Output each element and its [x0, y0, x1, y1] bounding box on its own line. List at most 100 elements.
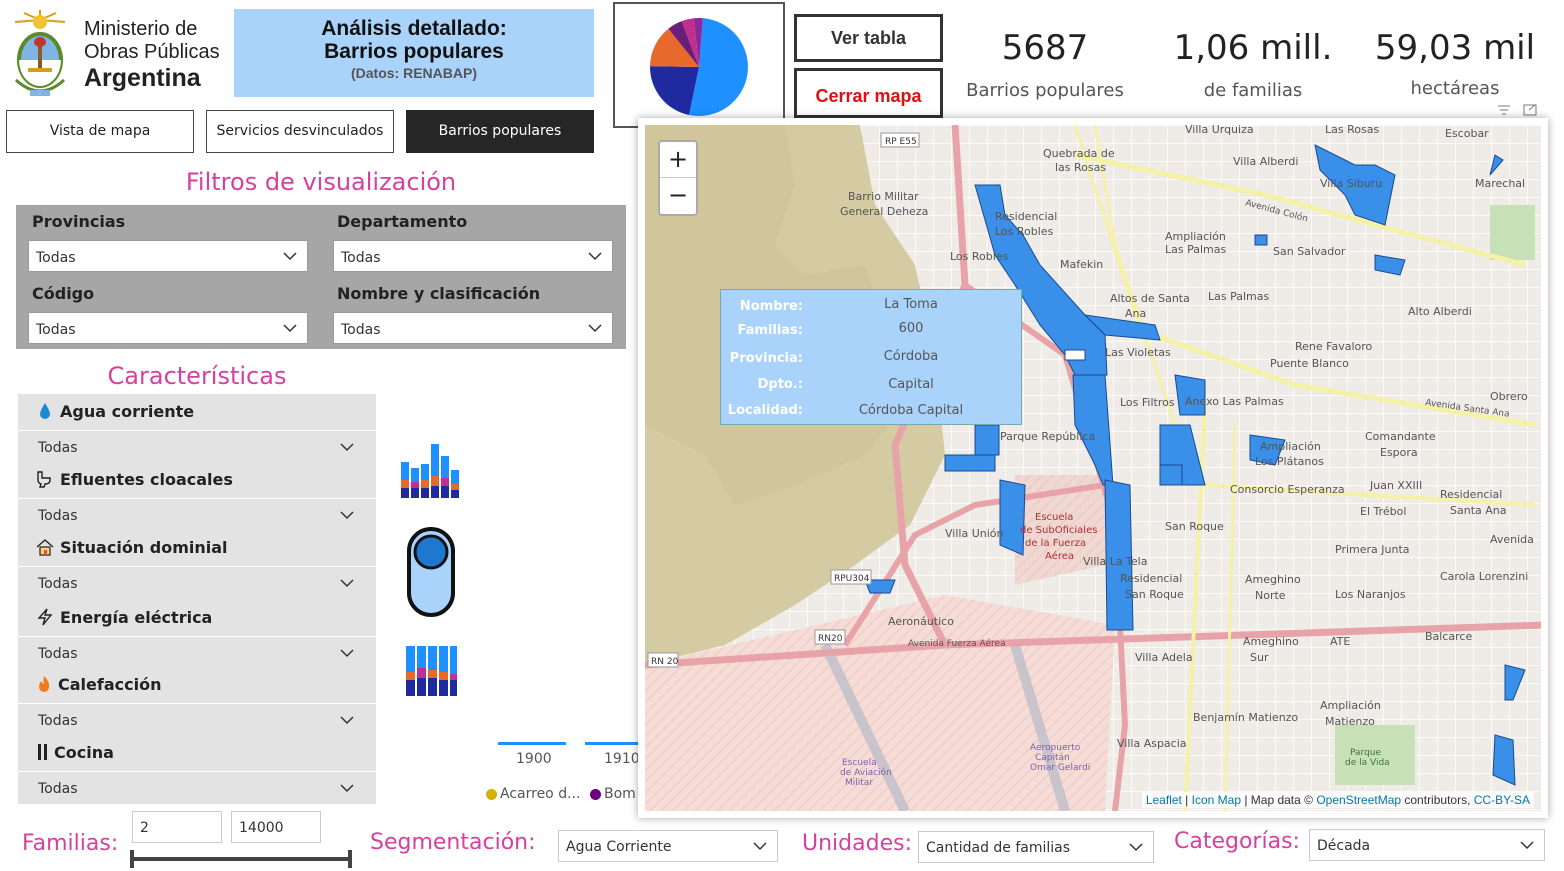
map-label: Ampliación [1260, 440, 1321, 453]
unidades-label: Unidades: [802, 831, 912, 856]
map-label: Villa Adela [1135, 651, 1193, 664]
cerrar-mapa-button[interactable]: Cerrar mapa [794, 68, 943, 118]
map-tooltip: Nombre: La Toma Familias: 600 Provincia:… [720, 289, 1022, 425]
map-label: Los Filtros [1120, 396, 1175, 409]
char-energia-select[interactable]: Todas [18, 638, 376, 666]
tab-vista-de-mapa[interactable]: Vista de mapa [6, 110, 194, 153]
tab-servicios-desvinculados[interactable]: Servicios desvinculados [206, 110, 394, 153]
license-link[interactable]: CC-BY-SA [1474, 793, 1530, 807]
map-label: Rene Favaloro [1295, 340, 1373, 353]
toilet-icon [36, 470, 52, 492]
openstreetmap-link[interactable]: OpenStreetMap [1316, 793, 1401, 807]
map-label: Los Plátanos [1255, 455, 1324, 468]
char-efluentes-select[interactable]: Todas [18, 500, 376, 528]
slider-handle-max[interactable] [348, 850, 352, 868]
map-label: ATE [1330, 635, 1350, 648]
toggle-switch[interactable] [406, 526, 456, 618]
map-label: RN 20 [651, 657, 679, 667]
page-title-line2: Barrios populares [324, 40, 504, 63]
map-label: Sur [1250, 651, 1269, 664]
categorias-select[interactable]: Década [1309, 829, 1545, 861]
char-cocina-label: Cocina [54, 743, 114, 762]
map-label: Aeronáutico [888, 615, 954, 628]
map-label: Alto Alberdi [1408, 305, 1472, 318]
filter-provincias-select[interactable]: Todas [28, 240, 308, 272]
legend-marker [486, 789, 497, 800]
map-label: Carola Lorenzini [1440, 570, 1528, 583]
map-label: las Rosas [1055, 161, 1106, 174]
map-label: Villa Aspacia [1117, 737, 1187, 750]
pie-chart-panel[interactable] [613, 2, 785, 128]
slider-handle-min[interactable] [130, 850, 134, 868]
tooltip-value: Córdoba Capital [858, 403, 964, 418]
segmentacion-select[interactable]: Agua Corriente [558, 830, 778, 862]
stacked-bar-chart-icon[interactable] [398, 440, 462, 502]
map-label: Villa Siburu [1320, 177, 1382, 190]
filters-panel: Provincias Todas Departamento Todas Códi… [16, 205, 626, 349]
map-panel[interactable]: Villa Urquiza Las Rosas Escobar Quebrada… [638, 118, 1548, 818]
familias-min-input[interactable]: 2 [132, 811, 222, 843]
map-label: Barrio Militar [848, 190, 919, 203]
tooltip-value: 600 [898, 321, 924, 336]
map-label: Mafekin [1060, 258, 1103, 271]
map-label: Avenida Fuerza Aérea [908, 638, 1006, 649]
filters-title: Filtros de visualización [185, 168, 457, 196]
map-label: Marechal [1475, 177, 1525, 190]
filter-codigo-label: Código [32, 284, 95, 303]
categorias-label: Categorías: [1174, 829, 1300, 854]
familias-max-input[interactable]: 14000 [231, 811, 321, 843]
kpi-familias-label: de familias [1203, 80, 1303, 101]
unidades-select[interactable]: Cantidad de familias [918, 831, 1154, 863]
filter-nombre-select[interactable]: Todas [333, 312, 613, 344]
map-label: Parque República [1000, 430, 1095, 443]
map-label: San Roque [1165, 520, 1224, 533]
timeline-series-line [498, 742, 566, 745]
char-cocina-select[interactable]: Todas [18, 773, 376, 801]
char-efluentes-value: Todas [38, 508, 78, 524]
map-label: Aérea [1045, 550, 1074, 562]
tooltip-key: Provincia: [729, 351, 803, 366]
char-cocina-value: Todas [38, 781, 78, 797]
filter-departamento-select[interactable]: Todas [333, 240, 613, 272]
familias-range-slider[interactable] [132, 857, 352, 861]
filter-codigo-select[interactable]: Todas [28, 312, 308, 344]
chevron-down-icon [283, 324, 297, 333]
char-dominial-select[interactable]: Todas [18, 568, 376, 596]
tooltip-value: Capital [888, 377, 934, 392]
map-label: Residencial [1120, 572, 1182, 585]
attribution-contributors: contributors, [1401, 793, 1474, 807]
zoom-in-button[interactable]: + [660, 142, 696, 178]
focus-mode-icon[interactable] [1523, 101, 1537, 116]
ministry-name-line1: Ministerio de [84, 18, 198, 40]
char-calefaccion-label: Calefacción [58, 675, 162, 694]
map-label: Ampliación [1320, 699, 1381, 712]
leaflet-link[interactable]: Leaflet [1146, 793, 1182, 807]
filter-nombre-value: Todas [341, 322, 381, 338]
kpi-familias-value: 1,06 mill. [1173, 28, 1333, 68]
timeline-tick-label: 1910 [604, 751, 640, 767]
map-label: Residencial [1440, 488, 1502, 501]
map-label: Matienzo [1325, 715, 1375, 728]
char-calefaccion-select[interactable]: Todas [18, 705, 376, 733]
map-attribution: Leaflet | Icon Map | Map data © OpenStre… [1141, 792, 1534, 808]
chevron-down-icon [283, 252, 297, 261]
char-agua-select[interactable]: Todas [18, 432, 376, 460]
filter-icon[interactable] [1497, 101, 1511, 115]
char-energia-label: Energía eléctrica [60, 608, 213, 627]
map-label: Anexo Las Palmas [1185, 395, 1284, 408]
pie-chart [650, 18, 748, 116]
ver-tabla-button[interactable]: Ver tabla [794, 14, 943, 62]
map-label: RPU304 [834, 574, 870, 584]
icon-map-link[interactable]: Icon Map [1192, 793, 1241, 807]
map-label: Villa Alberdi [1233, 155, 1298, 168]
fire-icon [36, 675, 52, 697]
map-label: Los Naranjos [1335, 588, 1406, 601]
map-canvas[interactable]: Villa Urquiza Las Rosas Escobar Quebrada… [645, 125, 1541, 811]
zoom-out-button[interactable]: − [660, 178, 696, 214]
chevron-down-icon [1129, 843, 1143, 852]
timeline-series-line [585, 742, 639, 745]
100-percent-stacked-bar-icon[interactable] [404, 642, 458, 698]
map-label: Primera Junta [1335, 543, 1410, 556]
tab-barrios-populares[interactable]: Barrios populares [406, 110, 594, 153]
char-energia-value: Todas [38, 646, 78, 662]
